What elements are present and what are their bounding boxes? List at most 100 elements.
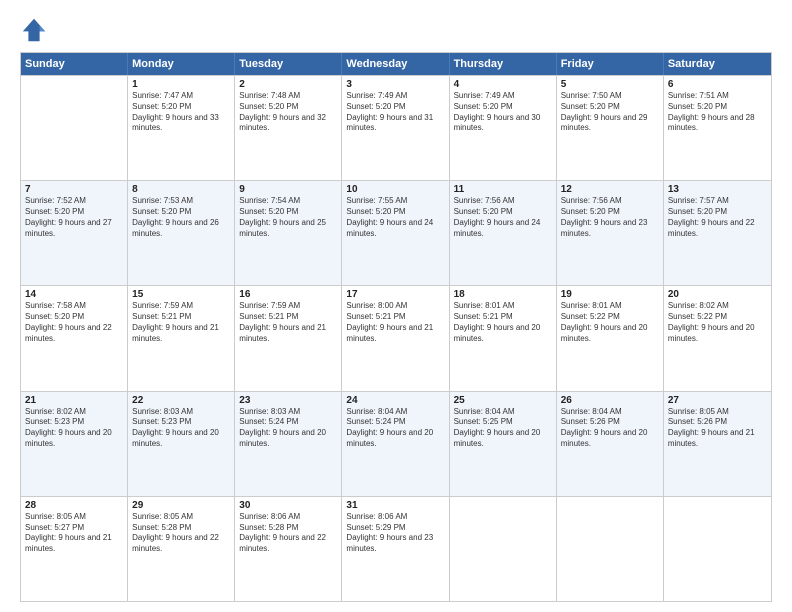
day-number: 5	[561, 79, 659, 90]
day-cell: 13Sunrise: 7:57 AMSunset: 5:20 PMDayligh…	[664, 181, 771, 285]
day-number: 29	[132, 500, 230, 511]
day-number: 24	[346, 395, 444, 406]
day-info: Sunrise: 7:49 AMSunset: 5:20 PMDaylight:…	[454, 91, 552, 134]
day-cell: 26Sunrise: 8:04 AMSunset: 5:26 PMDayligh…	[557, 392, 664, 496]
day-info: Sunrise: 8:06 AMSunset: 5:28 PMDaylight:…	[239, 512, 337, 555]
day-info: Sunrise: 7:47 AMSunset: 5:20 PMDaylight:…	[132, 91, 230, 134]
day-cell: 15Sunrise: 7:59 AMSunset: 5:21 PMDayligh…	[128, 286, 235, 390]
day-number: 27	[668, 395, 767, 406]
day-number: 11	[454, 184, 552, 195]
day-info: Sunrise: 8:05 AMSunset: 5:26 PMDaylight:…	[668, 407, 767, 450]
day-info: Sunrise: 8:01 AMSunset: 5:22 PMDaylight:…	[561, 301, 659, 344]
header	[20, 16, 772, 44]
weekday-header: Thursday	[450, 53, 557, 75]
day-cell: 30Sunrise: 8:06 AMSunset: 5:28 PMDayligh…	[235, 497, 342, 601]
logo	[20, 16, 52, 44]
day-cell: 21Sunrise: 8:02 AMSunset: 5:23 PMDayligh…	[21, 392, 128, 496]
day-number: 15	[132, 289, 230, 300]
day-cell: 3Sunrise: 7:49 AMSunset: 5:20 PMDaylight…	[342, 76, 449, 180]
day-number: 19	[561, 289, 659, 300]
day-number: 14	[25, 289, 123, 300]
weekday-header: Saturday	[664, 53, 771, 75]
weekday-header: Sunday	[21, 53, 128, 75]
day-info: Sunrise: 7:59 AMSunset: 5:21 PMDaylight:…	[239, 301, 337, 344]
day-info: Sunrise: 8:06 AMSunset: 5:29 PMDaylight:…	[346, 512, 444, 555]
day-info: Sunrise: 7:52 AMSunset: 5:20 PMDaylight:…	[25, 196, 123, 239]
day-number: 21	[25, 395, 123, 406]
day-number: 25	[454, 395, 552, 406]
day-number: 8	[132, 184, 230, 195]
day-cell: 18Sunrise: 8:01 AMSunset: 5:21 PMDayligh…	[450, 286, 557, 390]
day-info: Sunrise: 8:00 AMSunset: 5:21 PMDaylight:…	[346, 301, 444, 344]
day-info: Sunrise: 8:03 AMSunset: 5:23 PMDaylight:…	[132, 407, 230, 450]
day-cell: 1Sunrise: 7:47 AMSunset: 5:20 PMDaylight…	[128, 76, 235, 180]
calendar-row: 21Sunrise: 8:02 AMSunset: 5:23 PMDayligh…	[21, 391, 771, 496]
day-number: 4	[454, 79, 552, 90]
day-number: 18	[454, 289, 552, 300]
day-info: Sunrise: 8:03 AMSunset: 5:24 PMDaylight:…	[239, 407, 337, 450]
day-info: Sunrise: 7:49 AMSunset: 5:20 PMDaylight:…	[346, 91, 444, 134]
empty-cell	[664, 497, 771, 601]
day-number: 30	[239, 500, 337, 511]
day-number: 23	[239, 395, 337, 406]
day-cell: 11Sunrise: 7:56 AMSunset: 5:20 PMDayligh…	[450, 181, 557, 285]
day-info: Sunrise: 8:05 AMSunset: 5:27 PMDaylight:…	[25, 512, 123, 555]
day-cell: 31Sunrise: 8:06 AMSunset: 5:29 PMDayligh…	[342, 497, 449, 601]
day-cell: 4Sunrise: 7:49 AMSunset: 5:20 PMDaylight…	[450, 76, 557, 180]
day-cell: 29Sunrise: 8:05 AMSunset: 5:28 PMDayligh…	[128, 497, 235, 601]
calendar-header: SundayMondayTuesdayWednesdayThursdayFrid…	[21, 53, 771, 75]
day-number: 20	[668, 289, 767, 300]
day-cell: 12Sunrise: 7:56 AMSunset: 5:20 PMDayligh…	[557, 181, 664, 285]
logo-icon	[20, 16, 48, 44]
day-number: 28	[25, 500, 123, 511]
day-cell: 19Sunrise: 8:01 AMSunset: 5:22 PMDayligh…	[557, 286, 664, 390]
weekday-header: Friday	[557, 53, 664, 75]
calendar-row: 14Sunrise: 7:58 AMSunset: 5:20 PMDayligh…	[21, 285, 771, 390]
day-number: 13	[668, 184, 767, 195]
day-info: Sunrise: 8:01 AMSunset: 5:21 PMDaylight:…	[454, 301, 552, 344]
day-info: Sunrise: 7:56 AMSunset: 5:20 PMDaylight:…	[561, 196, 659, 239]
weekday-header: Monday	[128, 53, 235, 75]
day-info: Sunrise: 7:54 AMSunset: 5:20 PMDaylight:…	[239, 196, 337, 239]
day-cell: 24Sunrise: 8:04 AMSunset: 5:24 PMDayligh…	[342, 392, 449, 496]
day-cell: 2Sunrise: 7:48 AMSunset: 5:20 PMDaylight…	[235, 76, 342, 180]
day-cell: 6Sunrise: 7:51 AMSunset: 5:20 PMDaylight…	[664, 76, 771, 180]
empty-cell	[450, 497, 557, 601]
weekday-header: Tuesday	[235, 53, 342, 75]
day-cell: 14Sunrise: 7:58 AMSunset: 5:20 PMDayligh…	[21, 286, 128, 390]
day-cell: 20Sunrise: 8:02 AMSunset: 5:22 PMDayligh…	[664, 286, 771, 390]
calendar-body: 1Sunrise: 7:47 AMSunset: 5:20 PMDaylight…	[21, 75, 771, 601]
day-info: Sunrise: 7:48 AMSunset: 5:20 PMDaylight:…	[239, 91, 337, 134]
day-number: 17	[346, 289, 444, 300]
day-cell: 22Sunrise: 8:03 AMSunset: 5:23 PMDayligh…	[128, 392, 235, 496]
day-number: 12	[561, 184, 659, 195]
day-number: 26	[561, 395, 659, 406]
day-info: Sunrise: 7:57 AMSunset: 5:20 PMDaylight:…	[668, 196, 767, 239]
day-cell: 5Sunrise: 7:50 AMSunset: 5:20 PMDaylight…	[557, 76, 664, 180]
weekday-header: Wednesday	[342, 53, 449, 75]
day-cell: 9Sunrise: 7:54 AMSunset: 5:20 PMDaylight…	[235, 181, 342, 285]
day-number: 22	[132, 395, 230, 406]
day-number: 16	[239, 289, 337, 300]
day-info: Sunrise: 8:04 AMSunset: 5:25 PMDaylight:…	[454, 407, 552, 450]
day-info: Sunrise: 8:04 AMSunset: 5:26 PMDaylight:…	[561, 407, 659, 450]
day-number: 1	[132, 79, 230, 90]
day-info: Sunrise: 7:58 AMSunset: 5:20 PMDaylight:…	[25, 301, 123, 344]
day-cell: 27Sunrise: 8:05 AMSunset: 5:26 PMDayligh…	[664, 392, 771, 496]
day-info: Sunrise: 7:51 AMSunset: 5:20 PMDaylight:…	[668, 91, 767, 134]
calendar-row: 28Sunrise: 8:05 AMSunset: 5:27 PMDayligh…	[21, 496, 771, 601]
day-info: Sunrise: 8:02 AMSunset: 5:23 PMDaylight:…	[25, 407, 123, 450]
day-number: 31	[346, 500, 444, 511]
day-cell: 28Sunrise: 8:05 AMSunset: 5:27 PMDayligh…	[21, 497, 128, 601]
day-info: Sunrise: 8:04 AMSunset: 5:24 PMDaylight:…	[346, 407, 444, 450]
day-number: 9	[239, 184, 337, 195]
day-cell: 8Sunrise: 7:53 AMSunset: 5:20 PMDaylight…	[128, 181, 235, 285]
day-number: 3	[346, 79, 444, 90]
day-info: Sunrise: 7:55 AMSunset: 5:20 PMDaylight:…	[346, 196, 444, 239]
day-info: Sunrise: 7:59 AMSunset: 5:21 PMDaylight:…	[132, 301, 230, 344]
day-cell: 17Sunrise: 8:00 AMSunset: 5:21 PMDayligh…	[342, 286, 449, 390]
day-cell: 16Sunrise: 7:59 AMSunset: 5:21 PMDayligh…	[235, 286, 342, 390]
day-info: Sunrise: 7:50 AMSunset: 5:20 PMDaylight:…	[561, 91, 659, 134]
day-cell: 25Sunrise: 8:04 AMSunset: 5:25 PMDayligh…	[450, 392, 557, 496]
calendar-row: 7Sunrise: 7:52 AMSunset: 5:20 PMDaylight…	[21, 180, 771, 285]
